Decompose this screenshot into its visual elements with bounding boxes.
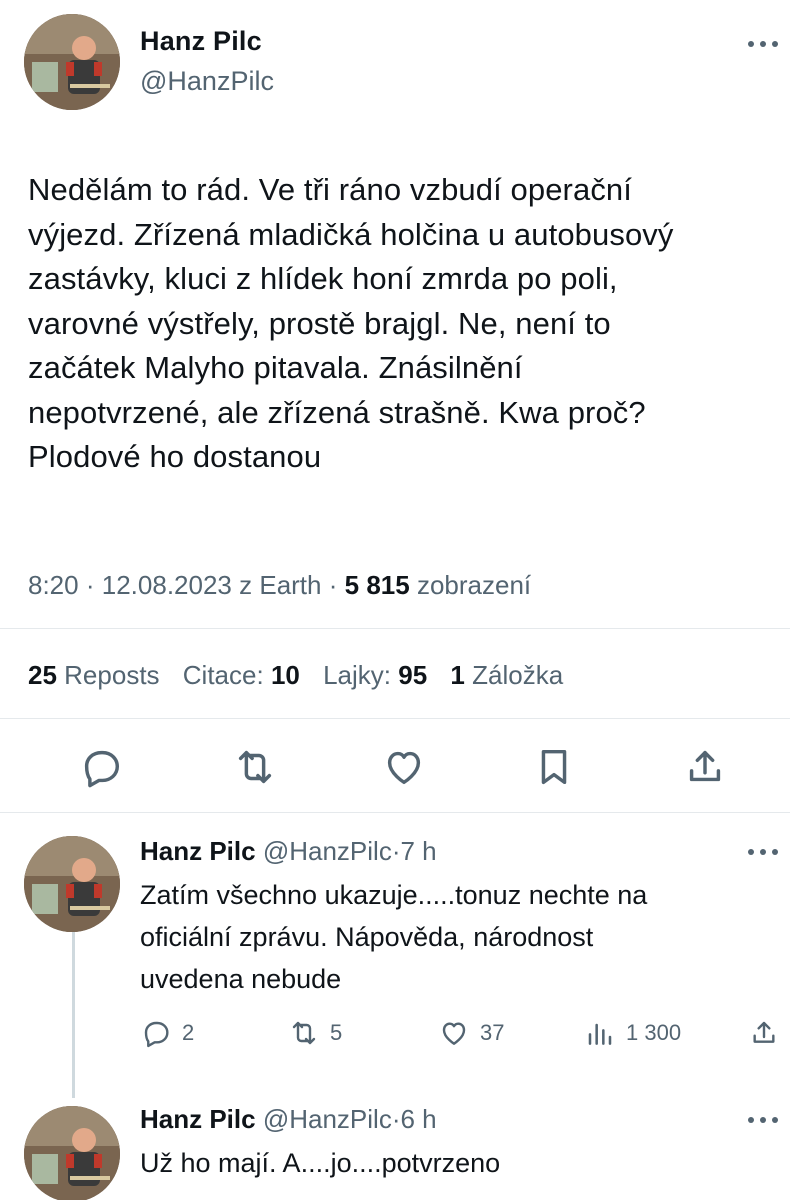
reply-author-name[interactable]: Hanz Pilc	[140, 1104, 256, 1134]
author-name[interactable]: Hanz Pilc	[140, 26, 262, 57]
reposts-count: 25	[28, 660, 57, 690]
reply-reply-button[interactable]: 2	[140, 1016, 194, 1050]
reply-text-line: Zatím všechno ukazuje.....tonuz nechte n…	[140, 880, 648, 910]
like-button[interactable]	[381, 744, 427, 790]
share-button[interactable]	[682, 744, 728, 790]
bookmarks-label: Záložka	[472, 660, 564, 690]
tweet-text-line: Nedělám to rád. Ve tři ráno vzbudí opera…	[28, 172, 632, 207]
more-options-icon[interactable]	[745, 38, 781, 50]
repost-count: 5	[330, 1020, 343, 1045]
author-avatar[interactable]	[24, 14, 120, 110]
likes-label: Lajky:	[323, 660, 392, 690]
reply-icon	[144, 1021, 169, 1048]
reply-header: Hanz Pilc @HanzPilc·7 h	[140, 836, 437, 867]
likes-stat[interactable]: Lajky: 95	[323, 660, 427, 690]
repost-button[interactable]	[232, 744, 278, 790]
tweet-text-line: začátek Malyho pitavala. Znásilnění	[28, 350, 523, 385]
bookmark-icon	[541, 749, 567, 785]
tweet-text-line: výjezd. Zřízená mladičká holčina u autob…	[28, 216, 674, 252]
bookmarks-stat[interactable]: 1 Záložka	[450, 660, 563, 690]
reposts-stat[interactable]: 25 Reposts	[28, 660, 160, 690]
reply-count: 2	[182, 1020, 195, 1045]
reply-time[interactable]: 7 h	[400, 836, 436, 866]
reply-avatar[interactable]	[24, 836, 120, 932]
more-options-icon[interactable]	[745, 846, 781, 858]
avatar-photo	[24, 14, 120, 110]
reply-author-handle[interactable]: @HanzPilc	[263, 1104, 392, 1134]
share-icon	[689, 750, 721, 782]
reply-author-handle[interactable]: @HanzPilc	[263, 836, 392, 866]
reply-text-line: oficiální zprávu. Nápověda, národnost	[140, 922, 594, 952]
tweet-text-line: zastávky, kluci z hlídek honí zmrda po p…	[28, 261, 618, 296]
reply-author-name[interactable]: Hanz Pilc	[140, 836, 256, 866]
more-options-icon[interactable]	[745, 1114, 781, 1126]
divider	[0, 718, 790, 719]
avatar-photo	[24, 1106, 120, 1200]
tweet-stats: 25 Reposts Citace: 10 Lajky: 95 1 Záložk…	[28, 660, 563, 691]
tweet-text-line: varovné výstřely, prostě brajgl. Ne, nen…	[28, 305, 611, 341]
meta-separator: ·	[85, 570, 95, 600]
tweet-meta: 8:20 · 12.08.2023 z Earth · 5 815 zobraz…	[28, 570, 531, 601]
views-label: zobrazení	[416, 570, 532, 600]
avatar-photo	[24, 836, 120, 932]
bookmarks-count: 1	[450, 660, 465, 690]
reply-views-button[interactable]: 1 300	[584, 1016, 681, 1050]
divider	[0, 628, 790, 629]
likes-count: 95	[398, 660, 428, 690]
like-icon	[442, 1022, 466, 1045]
tweet-text: Nedělám to rád. Ve tři ráno vzbudí opera…	[28, 168, 778, 480]
tweet-time[interactable]: 8:20	[28, 570, 79, 600]
tweet-text-line: Plodové ho dostanou	[28, 439, 322, 474]
reply-action-bar: 2 5 37 1 300	[0, 1012, 790, 1052]
quotes-count: 10	[270, 660, 300, 690]
tweet-source: z Earth	[239, 570, 322, 600]
tweet-action-bar	[0, 744, 790, 790]
bookmark-button[interactable]	[531, 744, 577, 790]
reply-time[interactable]: 6 h	[400, 1104, 436, 1134]
divider	[0, 812, 790, 813]
analytics-icon	[588, 1023, 612, 1045]
reply-like-button[interactable]: 37	[438, 1016, 504, 1050]
reply-text-line: uvedena nebude	[140, 964, 342, 994]
reply-icon	[84, 750, 120, 788]
tweet-text-line: nepotvrzené, ale zřízená strašně. Kwa pr…	[28, 394, 646, 430]
reply-avatar[interactable]	[24, 1106, 120, 1200]
reply-header: Hanz Pilc @HanzPilc·6 h	[140, 1104, 437, 1135]
share-icon	[753, 1021, 775, 1043]
meta-separator: ·	[328, 570, 338, 600]
like-icon	[387, 751, 421, 785]
views-count: 5 815	[344, 570, 410, 600]
reply-text: Už ho mají. A....jo....potvrzeno	[140, 1142, 760, 1184]
reposts-label: Reposts	[64, 660, 160, 690]
repost-icon	[292, 1021, 316, 1045]
reply-button[interactable]	[78, 744, 124, 790]
repost-icon	[238, 750, 272, 784]
quotes-label: Citace:	[182, 660, 264, 690]
quotes-stat[interactable]: Citace: 10	[183, 660, 300, 690]
reply-share-button[interactable]	[748, 1016, 780, 1050]
like-count: 37	[480, 1020, 505, 1045]
reply-repost-button[interactable]: 5	[288, 1016, 342, 1050]
reply-text: Zatím všechno ukazuje.....tonuz nechte n…	[140, 874, 760, 1000]
view-count: 1 300	[626, 1020, 682, 1045]
reply-text-line: Už ho mají. A....jo....potvrzeno	[140, 1148, 501, 1178]
tweet-date[interactable]: 12.08.2023	[102, 570, 232, 600]
author-handle[interactable]: @HanzPilc	[140, 66, 274, 97]
